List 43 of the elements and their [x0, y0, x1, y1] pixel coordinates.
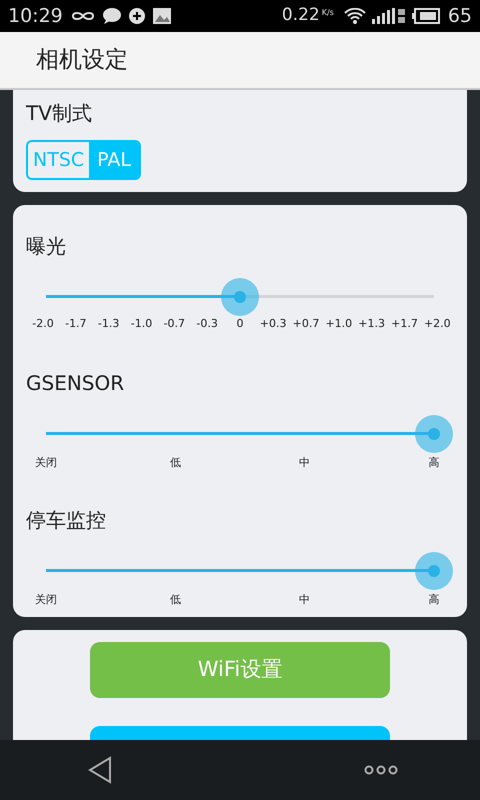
tick-label: +1.0 [325, 316, 352, 332]
tick-label: 关闭 [34, 455, 58, 471]
setting-label: TV制式 [26, 100, 93, 127]
tick-label: -1.7 [64, 316, 88, 332]
setting-label: 曝光 [26, 233, 67, 260]
tick-label: 中 [298, 455, 312, 471]
battery-level: 65 [448, 4, 472, 29]
tick-label: -2.0 [31, 316, 55, 332]
tick-label: +1.7 [391, 316, 418, 332]
slider-thumb[interactable] [415, 552, 453, 590]
tick-label: 高 [427, 455, 440, 471]
tick-label: 低 [168, 455, 182, 471]
infinity-icon [70, 9, 95, 23]
tick-label: -0.7 [162, 316, 186, 332]
network-speed: 0.22 [282, 4, 320, 28]
wifi-settings-button[interactable]: WiFi设置 [90, 642, 390, 698]
tick-label: +2.0 [424, 316, 450, 332]
tick-label: -1.0 [130, 316, 154, 332]
tick-label: +1.3 [358, 316, 384, 332]
tick-label: 高 [427, 592, 440, 608]
tick-label: +0.3 [260, 316, 286, 332]
setting-label: GSENSOR [26, 370, 126, 397]
tick-label: -1.3 [96, 316, 120, 332]
tick-label: -0.3 [195, 316, 219, 332]
tick-label: 低 [168, 592, 182, 608]
screen-title: 相机设定 [36, 46, 128, 75]
chat-icon [102, 7, 122, 25]
slider-thumb[interactable] [221, 278, 259, 316]
segment-option[interactable]: PAL [89, 142, 139, 178]
more-icon[interactable] [364, 765, 398, 775]
speed-unit: K/s [322, 7, 334, 19]
back-icon[interactable] [88, 756, 112, 784]
slider-thumb[interactable] [415, 415, 453, 453]
signal-icon [372, 7, 406, 25]
battery-icon [412, 8, 440, 24]
wifi-icon [344, 8, 366, 24]
tick-label: 中 [298, 592, 312, 608]
tick-label: +0.7 [292, 316, 319, 332]
setting-label: 停车监控 [26, 507, 107, 534]
image-icon [152, 7, 172, 25]
tick-label: 0 [235, 316, 244, 332]
status-time: 10:29 [8, 4, 63, 29]
tick-label: 关闭 [34, 592, 58, 608]
